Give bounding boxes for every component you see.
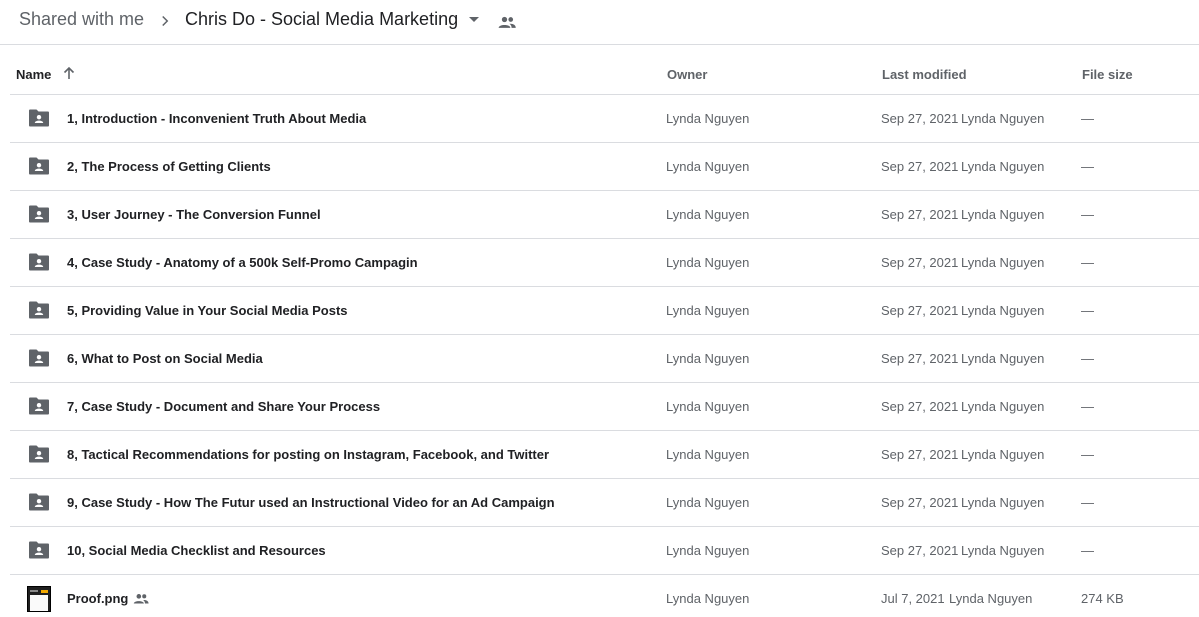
file-size: — xyxy=(1081,159,1094,174)
column-header-file-size: File size xyxy=(1082,67,1133,82)
column-header-last-modified[interactable]: Last modified xyxy=(882,67,967,82)
file-row[interactable]: 1, Introduction - Inconvenient Truth Abo… xyxy=(10,95,1199,143)
file-name[interactable]: 10, Social Media Checklist and Resources xyxy=(67,543,326,558)
file-owner: Lynda Nguyen xyxy=(666,159,750,174)
modified-date: Sep 27, 2021 xyxy=(881,207,959,222)
file-name[interactable]: 3, User Journey - The Conversion Funnel xyxy=(67,207,321,222)
column-header-owner: Owner xyxy=(667,67,708,82)
modified-by: Lynda Nguyen xyxy=(961,159,1045,174)
modified-date: Sep 27, 2021 xyxy=(881,447,959,462)
file-row[interactable]: Proof.png Lynda Nguyen Jul 7, 2021 Lynda… xyxy=(10,575,1199,617)
modified-date: Sep 27, 2021 xyxy=(881,255,959,270)
modified-date: Sep 27, 2021 xyxy=(881,111,959,126)
file-size: — xyxy=(1081,111,1094,126)
file-size: — xyxy=(1081,495,1094,510)
file-row[interactable]: 6, What to Post on Social Media Lynda Ng… xyxy=(10,335,1199,383)
modified-by: Lynda Nguyen xyxy=(949,591,1033,606)
shared-people-icon xyxy=(498,16,516,28)
modified-date: Sep 27, 2021 xyxy=(881,303,959,318)
file-row[interactable]: 3, User Journey - The Conversion Funnel … xyxy=(10,191,1199,239)
modified-by: Lynda Nguyen xyxy=(961,111,1045,126)
file-row[interactable]: 2, The Process of Getting Clients Lynda … xyxy=(10,143,1199,191)
image-thumbnail xyxy=(27,586,51,612)
file-row[interactable]: 8, Tactical Recommendations for posting … xyxy=(10,431,1199,479)
modified-by: Lynda Nguyen xyxy=(961,543,1045,558)
shared-folder-icon xyxy=(29,397,49,415)
file-row[interactable]: 9, Case Study - How The Futur used an In… xyxy=(10,479,1199,527)
modified-date: Sep 27, 2021 xyxy=(881,543,959,558)
column-headers: Name Owner Last modified File size xyxy=(10,45,1199,95)
file-owner: Lynda Nguyen xyxy=(666,111,750,126)
file-owner: Lynda Nguyen xyxy=(666,303,750,318)
drive-folder-view: Shared with me Chris Do - Social Media M… xyxy=(0,0,1199,617)
modified-by: Lynda Nguyen xyxy=(961,399,1045,414)
file-name[interactable]: 5, Providing Value in Your Social Media … xyxy=(67,303,348,318)
shared-folder-icon xyxy=(29,253,49,271)
shared-folder-icon xyxy=(29,205,49,223)
shared-folder-icon xyxy=(29,157,49,175)
file-owner: Lynda Nguyen xyxy=(666,351,750,366)
file-owner: Lynda Nguyen xyxy=(666,207,750,222)
file-row[interactable]: 10, Social Media Checklist and Resources… xyxy=(10,527,1199,575)
shared-folder-icon xyxy=(29,109,49,127)
file-size: — xyxy=(1081,303,1094,318)
modified-by: Lynda Nguyen xyxy=(961,207,1045,222)
shared-folder-icon xyxy=(29,445,49,463)
modified-by: Lynda Nguyen xyxy=(961,303,1045,318)
file-owner: Lynda Nguyen xyxy=(666,591,750,606)
modified-by: Lynda Nguyen xyxy=(961,351,1045,366)
shared-folder-icon xyxy=(29,493,49,511)
modified-date: Sep 27, 2021 xyxy=(881,351,959,366)
modified-by: Lynda Nguyen xyxy=(961,255,1045,270)
shared-folder-icon xyxy=(29,541,49,559)
modified-date: Sep 27, 2021 xyxy=(881,399,959,414)
file-name[interactable]: 9, Case Study - How The Futur used an In… xyxy=(67,495,555,510)
file-owner: Lynda Nguyen xyxy=(666,255,750,270)
modified-by: Lynda Nguyen xyxy=(961,495,1045,510)
sort-ascending-icon[interactable] xyxy=(62,66,76,80)
modified-date: Sep 27, 2021 xyxy=(881,495,959,510)
file-size: — xyxy=(1081,351,1094,366)
chevron-right-icon xyxy=(162,15,169,27)
file-owner: Lynda Nguyen xyxy=(666,543,750,558)
shared-folder-icon xyxy=(29,301,49,319)
modified-by: Lynda Nguyen xyxy=(961,447,1045,462)
file-size: 274 KB xyxy=(1081,591,1124,606)
shared-people-icon xyxy=(133,594,149,604)
file-size: — xyxy=(1081,447,1094,462)
file-name[interactable]: 1, Introduction - Inconvenient Truth Abo… xyxy=(67,111,366,126)
modified-date: Sep 27, 2021 xyxy=(881,159,959,174)
file-owner: Lynda Nguyen xyxy=(666,495,750,510)
file-owner: Lynda Nguyen xyxy=(666,447,750,462)
file-name[interactable]: Proof.png xyxy=(67,591,128,606)
breadcrumb-shared-with-me[interactable]: Shared with me xyxy=(19,9,144,30)
file-name[interactable]: 8, Tactical Recommendations for posting … xyxy=(67,447,549,462)
dropdown-arrow-icon[interactable] xyxy=(467,15,481,25)
file-name[interactable]: 7, Case Study - Document and Share Your … xyxy=(67,399,380,414)
breadcrumb-current-folder[interactable]: Chris Do - Social Media Marketing xyxy=(185,9,458,30)
shared-folder-icon xyxy=(29,349,49,367)
file-size: — xyxy=(1081,543,1094,558)
file-size: — xyxy=(1081,207,1094,222)
file-size: — xyxy=(1081,255,1094,270)
breadcrumb: Shared with me Chris Do - Social Media M… xyxy=(0,0,1199,45)
file-owner: Lynda Nguyen xyxy=(666,399,750,414)
file-name[interactable]: 2, The Process of Getting Clients xyxy=(67,159,271,174)
modified-date: Jul 7, 2021 xyxy=(881,591,945,606)
file-name[interactable]: 4, Case Study - Anatomy of a 500k Self-P… xyxy=(67,255,418,270)
file-row[interactable]: 4, Case Study - Anatomy of a 500k Self-P… xyxy=(10,239,1199,287)
file-row[interactable]: 5, Providing Value in Your Social Media … xyxy=(10,287,1199,335)
file-list: 1, Introduction - Inconvenient Truth Abo… xyxy=(10,95,1199,617)
column-header-name[interactable]: Name xyxy=(16,67,51,82)
file-name[interactable]: 6, What to Post on Social Media xyxy=(67,351,263,366)
file-row[interactable]: 7, Case Study - Document and Share Your … xyxy=(10,383,1199,431)
file-size: — xyxy=(1081,399,1094,414)
